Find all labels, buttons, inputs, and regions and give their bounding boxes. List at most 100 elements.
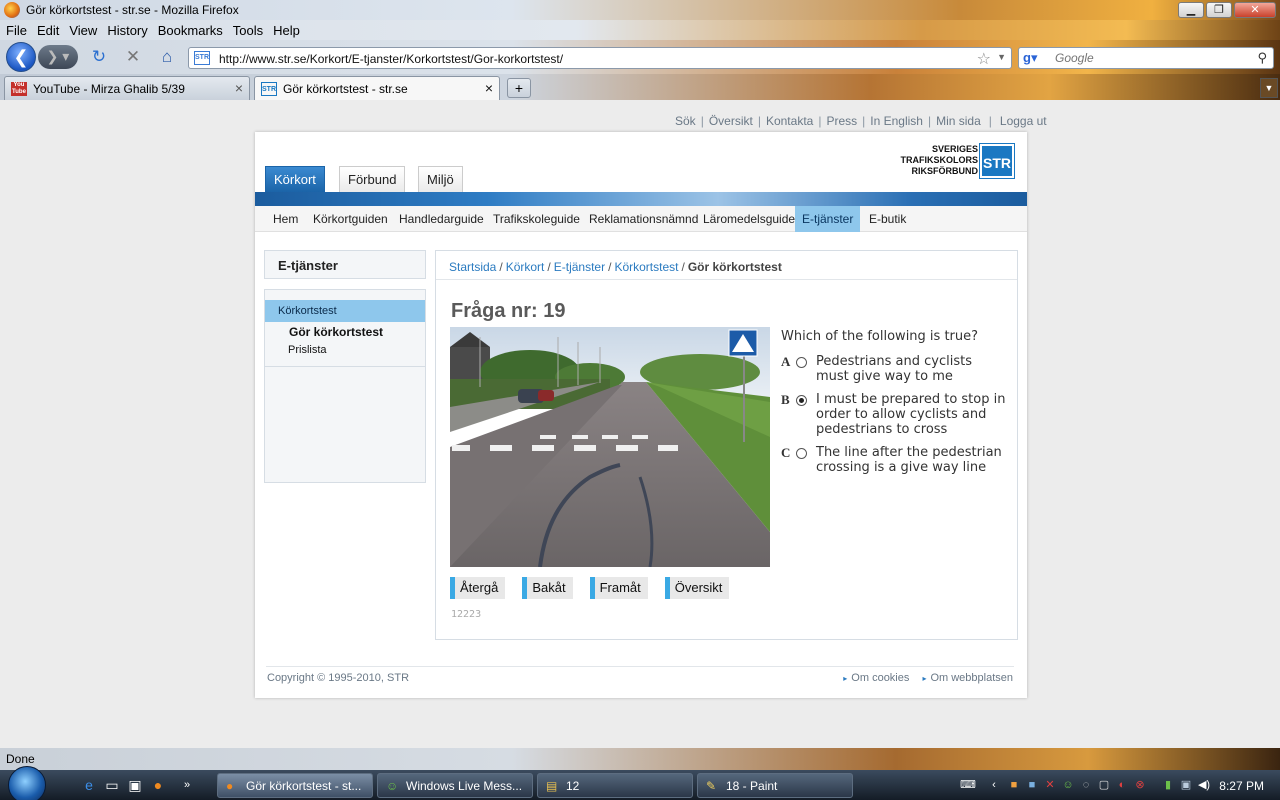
link-logga-ut[interactable]: Logga ut: [1000, 114, 1047, 128]
subnav-laromedelsguide[interactable]: Läromedelsguide: [696, 206, 802, 232]
back-button[interactable]: ❮: [6, 42, 36, 72]
close-tab-icon[interactable]: ×: [485, 80, 493, 96]
link-in-english[interactable]: In English: [870, 114, 923, 128]
sidebar-item-gor-korkortstest[interactable]: Gör körkortstest: [289, 325, 383, 339]
subnav-e-butik[interactable]: E-butik: [862, 206, 913, 232]
network-icon[interactable]: ▣: [1179, 778, 1193, 792]
search-magnifier-icon[interactable]: ⚲: [1257, 50, 1267, 66]
breadcrumb-korkortstest[interactable]: Körkortstest: [614, 260, 678, 274]
list-all-tabs-button[interactable]: ▼: [1260, 78, 1278, 98]
link-press[interactable]: Press: [826, 114, 857, 128]
safely-remove-icon[interactable]: ▮: [1161, 778, 1175, 792]
subnav-trafikskoleguide[interactable]: Trafikskoleguide: [486, 206, 587, 232]
keyboard-icon[interactable]: ⌨: [960, 778, 976, 792]
link-om-webbplatsen[interactable]: Om webbplatsen: [930, 672, 1013, 684]
forward-button[interactable]: ❯ ▾: [38, 45, 78, 69]
search-input[interactable]: [1055, 51, 1245, 65]
main-tab-forbund[interactable]: Förbund: [339, 166, 406, 192]
breadcrumb-e-tjanster[interactable]: E-tjänster: [554, 260, 605, 274]
subnav-e-tjanster[interactable]: E-tjänster: [795, 206, 861, 232]
url-history-dropdown-icon[interactable]: ▼: [997, 52, 1006, 62]
switch-windows-icon[interactable]: ▣: [126, 776, 144, 794]
quicklaunch-overflow-icon[interactable]: »: [178, 776, 196, 794]
question-photo: [450, 327, 770, 567]
tray-app-icon[interactable]: ◐: [1115, 778, 1129, 792]
bookmark-star-icon[interactable]: ☆: [977, 49, 991, 69]
google-engine-icon[interactable]: g▾: [1023, 50, 1039, 66]
taskbar-item-folder[interactable]: ▤ 12: [537, 773, 693, 798]
menu-help[interactable]: Help: [268, 20, 305, 38]
breadcrumb-divider: [436, 279, 1017, 280]
str-logo[interactable]: SVERIGES TRAFIKSKOLORS RIKSFÖRBUND STR: [892, 143, 1015, 179]
clock[interactable]: 8:27 PM: [1219, 779, 1264, 793]
tab-str[interactable]: STR Gör körkortstest - str.se ×: [254, 76, 500, 100]
option-c-radio[interactable]: [796, 448, 807, 459]
link-kontakta[interactable]: Kontakta: [766, 114, 813, 128]
new-tab-button[interactable]: +: [507, 78, 531, 98]
tray-app-icon[interactable]: ◌: [1079, 778, 1093, 792]
show-desktop-icon[interactable]: ▭: [103, 776, 121, 794]
next-button[interactable]: Framåt: [589, 577, 648, 599]
close-tab-icon[interactable]: ×: [235, 80, 243, 96]
subnav-hem[interactable]: Hem: [266, 206, 305, 232]
url-text[interactable]: http://www.str.se/Korkort/E-tjanster/Kor…: [219, 52, 563, 66]
question-text: Which of the following is true?: [781, 329, 979, 344]
address-bar[interactable]: STR http://www.str.se/Korkort/E-tjanster…: [188, 47, 1012, 69]
taskbar-item-messenger[interactable]: ☺ Windows Live Mess...: [377, 773, 533, 798]
tray-app-icon[interactable]: ■: [1025, 778, 1039, 792]
return-button[interactable]: Återgå: [450, 577, 506, 599]
tray-expand-icon[interactable]: ‹: [987, 778, 1001, 792]
taskbar-item-firefox[interactable]: ● Gör körkortstest - st...: [217, 773, 373, 798]
maximize-button[interactable]: ❐: [1206, 2, 1232, 18]
sidebar-item-korkortstest[interactable]: Körkortstest: [265, 300, 425, 322]
internet-explorer-icon[interactable]: e: [80, 776, 98, 794]
stop-icon[interactable]: ✕: [122, 47, 144, 69]
menu-tools[interactable]: Tools: [228, 20, 268, 38]
option-c-text[interactable]: The line after the pedestrian crossing i…: [816, 445, 1006, 475]
tab-youtube[interactable]: You Tube YouTube - Mirza Ghalib 5/39 ×: [4, 76, 250, 100]
youtube-favicon-icon: You Tube: [11, 82, 27, 96]
menu-history[interactable]: History: [102, 20, 152, 38]
main-tab-miljo[interactable]: Miljö: [418, 166, 463, 192]
option-a-text[interactable]: Pedestrians and cyclists must give way t…: [816, 354, 1006, 384]
reload-icon[interactable]: ↻: [88, 47, 110, 69]
subnav-reklamationsnamnd[interactable]: Reklamationsnämnd: [582, 206, 705, 232]
option-b[interactable]: B I must be prepared to stop in order to…: [781, 392, 1011, 438]
taskbar-item-paint[interactable]: ✎ 18 - Paint: [697, 773, 853, 798]
subnav-korkortguiden[interactable]: Körkortguiden: [306, 206, 395, 232]
link-sok[interactable]: Sök: [675, 114, 696, 128]
close-window-button[interactable]: ✕: [1234, 2, 1276, 18]
option-b-text[interactable]: I must be prepared to stop in order to a…: [816, 392, 1006, 437]
volume-icon[interactable]: ◀): [1197, 778, 1211, 792]
overview-button[interactable]: Översikt: [664, 577, 730, 599]
main-tab-korkort[interactable]: Körkort: [265, 166, 325, 192]
option-a-radio[interactable]: [796, 357, 807, 368]
sidebar-item-prislista[interactable]: Prislista: [288, 344, 327, 356]
window-title-bar[interactable]: Gör körkortstest - str.se - Mozilla Fire…: [0, 0, 1280, 20]
breadcrumb-startsida[interactable]: Startsida: [449, 260, 496, 274]
tray-app-icon[interactable]: ▢: [1097, 778, 1111, 792]
link-om-cookies[interactable]: Om cookies: [851, 672, 909, 684]
menu-file[interactable]: File: [0, 20, 32, 38]
breadcrumb-korkort[interactable]: Körkort: [506, 260, 545, 274]
menu-bookmarks[interactable]: Bookmarks: [153, 20, 228, 38]
tray-app-icon[interactable]: ☺: [1061, 778, 1075, 792]
search-bar[interactable]: g▾ ⚲: [1018, 47, 1274, 69]
previous-button[interactable]: Bakåt: [522, 577, 573, 599]
home-icon[interactable]: ⌂: [156, 47, 178, 69]
minimize-button[interactable]: ▁: [1178, 2, 1204, 18]
tray-app-icon[interactable]: ✕: [1043, 778, 1057, 792]
link-oversikt[interactable]: Översikt: [709, 114, 753, 128]
option-b-radio[interactable]: [796, 395, 807, 406]
firefox-quicklaunch-icon[interactable]: ●: [149, 776, 167, 794]
subnav-handledarguide[interactable]: Handledarguide: [392, 206, 491, 232]
tray-app-icon[interactable]: ■: [1007, 778, 1021, 792]
menu-edit[interactable]: Edit: [32, 20, 64, 38]
menu-view[interactable]: View: [64, 20, 102, 38]
start-button[interactable]: [8, 766, 46, 800]
tray-app-icon[interactable]: ⊗: [1133, 778, 1147, 792]
site-identity-icon[interactable]: STR: [194, 51, 210, 65]
option-c[interactable]: C The line after the pedestrian crossing…: [781, 445, 1011, 491]
option-a[interactable]: A Pedestrians and cyclists must give way…: [781, 354, 1011, 386]
link-min-sida[interactable]: Min sida: [936, 114, 981, 128]
